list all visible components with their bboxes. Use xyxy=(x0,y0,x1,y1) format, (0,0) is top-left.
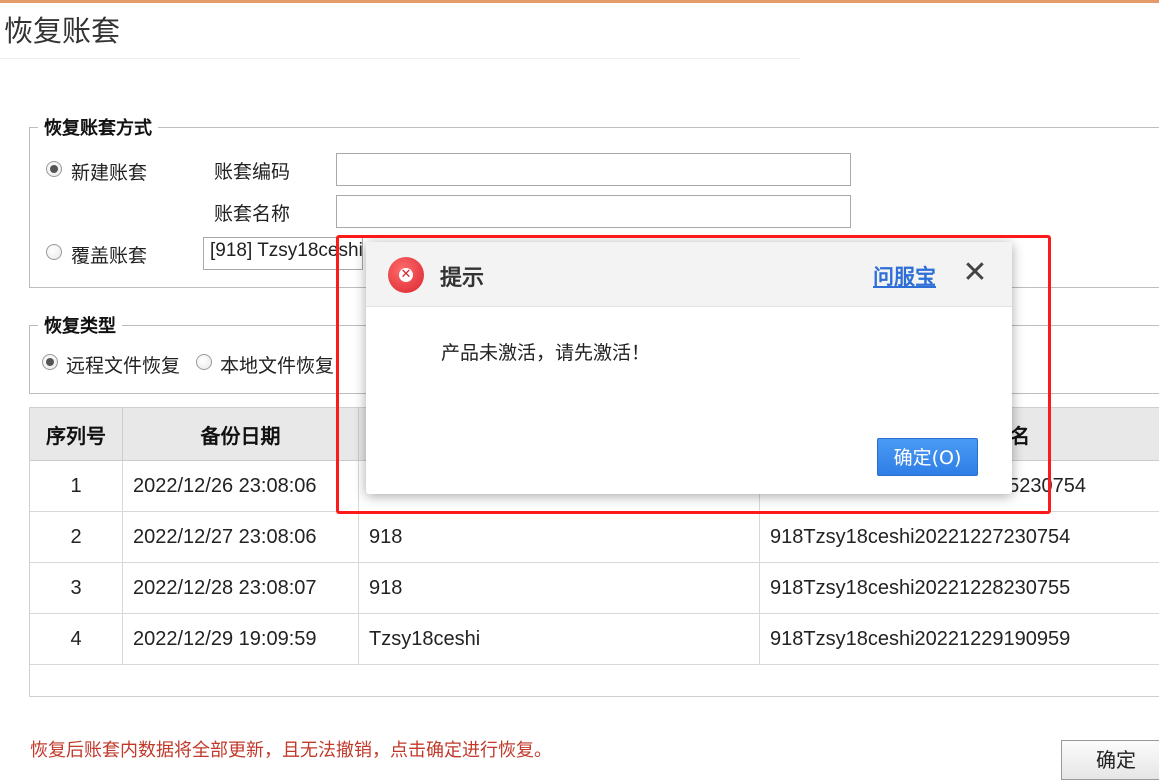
seq-cell: 4 xyxy=(30,614,123,665)
account-name-input[interactable] xyxy=(336,195,851,228)
page-title: 恢复账套 xyxy=(4,8,120,50)
file-cell: 918Tzsy18ceshi20221228230755 xyxy=(760,563,1159,614)
column-header-seq[interactable]: 序列号 xyxy=(30,408,123,461)
seq-cell: 2 xyxy=(30,512,123,563)
name-cell: 918 xyxy=(359,563,760,614)
remote-file-restore-label: 远程文件恢复 xyxy=(66,351,180,378)
seq-cell: 3 xyxy=(30,563,123,614)
column-header-date[interactable]: 备份日期 xyxy=(123,408,359,461)
restore-method-legend: 恢复账套方式 xyxy=(38,114,158,140)
table-row[interactable]: 4 2022/12/29 19:09:59 Tzsy18ceshi 918Tzs… xyxy=(30,614,1159,665)
date-cell: 2022/12/28 23:08:07 xyxy=(123,563,359,614)
account-code-input[interactable] xyxy=(336,153,851,186)
account-name-label: 账套名称 xyxy=(214,199,290,226)
remote-file-restore-radio[interactable] xyxy=(42,354,58,370)
name-cell: Tzsy18ceshi xyxy=(359,614,760,665)
date-cell: 2022/12/29 19:09:59 xyxy=(123,614,359,665)
file-cell: 918Tzsy18ceshi20221229190959 xyxy=(760,614,1159,665)
date-cell: 2022/12/27 23:08:06 xyxy=(123,512,359,563)
name-cell: 918 xyxy=(359,512,760,563)
account-code-label: 账套编码 xyxy=(214,157,290,184)
date-cell: 2022/12/26 23:08:06 xyxy=(123,461,359,512)
table-row[interactable]: 3 2022/12/28 23:08:07 918 918Tzsy18ceshi… xyxy=(30,563,1159,614)
table-row[interactable]: 2 2022/12/27 23:08:06 918 918Tzsy18ceshi… xyxy=(30,512,1159,563)
confirm-restore-button[interactable]: 确定 xyxy=(1061,740,1159,780)
highlight-frame xyxy=(336,235,1051,514)
error-icon: ✕ xyxy=(388,257,424,293)
file-cell: 918Tzsy18ceshi20221227230754 xyxy=(760,512,1159,563)
title-divider xyxy=(0,58,800,59)
local-file-restore-radio[interactable] xyxy=(196,354,212,370)
seq-cell: 1 xyxy=(30,461,123,512)
new-account-radio[interactable] xyxy=(46,161,62,177)
restore-type-legend: 恢复类型 xyxy=(38,312,122,338)
overwrite-account-label: 覆盖账套 xyxy=(71,241,147,268)
new-account-label: 新建账套 xyxy=(71,158,147,185)
local-file-restore-label: 本地文件恢复 xyxy=(220,351,334,378)
overwrite-account-radio[interactable] xyxy=(46,244,62,260)
restore-warning-note: 恢复后账套内数据将全部更新，且无法撤销，点击确定进行恢复。 xyxy=(30,736,552,762)
top-accent-bar xyxy=(0,0,1159,3)
